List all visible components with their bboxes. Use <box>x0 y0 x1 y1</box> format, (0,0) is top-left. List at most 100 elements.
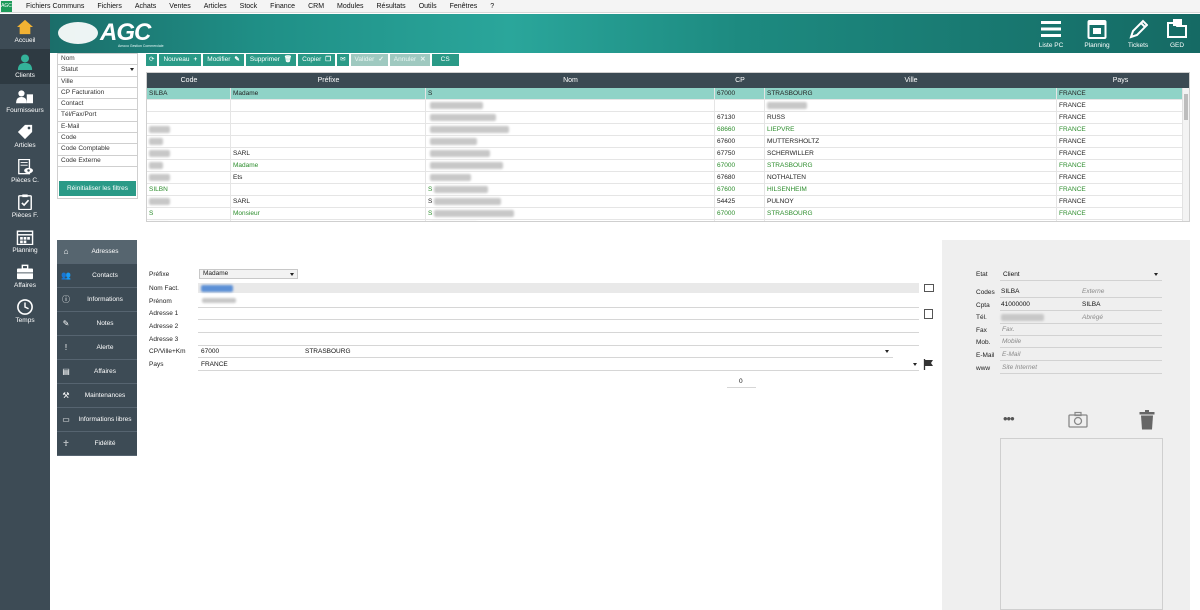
table-row[interactable]: S Monsieur S 67000 STRASBOURG FRANCE <box>147 208 1189 220</box>
menu-stock[interactable]: Stock <box>240 3 271 10</box>
filter-code-comptable[interactable]: Code Comptable <box>58 144 137 156</box>
table-row[interactable]: 68660 LIEPVRE FRANCE <box>147 124 1189 136</box>
filter-email[interactable]: E-Mail <box>58 121 137 134</box>
etat-value[interactable]: Client <box>1003 271 1020 278</box>
table-row[interactable]: Ets 67680 NOTHALTEN FRANCE <box>147 172 1189 184</box>
flag-icon[interactable] <box>923 359 934 370</box>
nom-input[interactable] <box>198 283 919 293</box>
col-pays[interactable]: Pays <box>1057 73 1184 88</box>
nav-articles[interactable]: Articles <box>0 119 50 154</box>
menu-achats[interactable]: Achats <box>135 3 169 10</box>
refresh-button[interactable]: ⟳ <box>146 54 158 66</box>
fax-field[interactable]: Fax. <box>1002 326 1015 333</box>
menu-help[interactable]: ? <box>490 3 507 10</box>
filter-tel-fax-port[interactable]: Tél/Fax/Port <box>58 110 137 122</box>
reset-filters-button[interactable]: Réinitialiser les filtres <box>59 181 136 196</box>
liste-pc-button[interactable]: Liste PC <box>1031 18 1071 49</box>
menu-fichiers[interactable]: Fichiers <box>97 3 135 10</box>
nav-planning[interactable]: Planning <box>0 224 50 259</box>
trash-icon[interactable] <box>1139 410 1155 430</box>
table-row[interactable]: 67130 RUSS FRANCE <box>147 112 1189 124</box>
email-button[interactable]: ✉ <box>337 54 349 66</box>
cpta-value[interactable]: 41000000 <box>1001 301 1030 308</box>
photo-placeholder[interactable] <box>1000 438 1163 610</box>
validate-button[interactable]: Valider ✓ <box>350 54 388 66</box>
col-ville[interactable]: Ville <box>765 73 1057 88</box>
nav-affaires[interactable]: Affaires <box>0 259 50 294</box>
tab-contacts[interactable]: 👥 Contacts <box>57 264 137 288</box>
col-prefixe[interactable]: Préfixe <box>231 73 426 88</box>
tab-adresses[interactable]: ⌂ Adresses <box>57 240 137 264</box>
table-row[interactable]: FRANCE <box>147 100 1189 112</box>
menu-outils[interactable]: Outils <box>419 3 450 10</box>
tab-maintenances[interactable]: ⚒ Maintenances <box>57 384 137 408</box>
filter-nom[interactable]: Nom <box>58 54 137 66</box>
table-row[interactable]: 67600MUTTERSHOLTZFRANCE <box>147 136 1189 148</box>
website-field[interactable]: Site Internet <box>1002 364 1037 371</box>
menu-modules[interactable]: Modules <box>337 3 376 10</box>
tab-informations[interactable]: ⓘ Informations <box>57 288 137 312</box>
planning-button[interactable]: Planning <box>1077 18 1117 49</box>
camera-icon[interactable] <box>1068 411 1088 428</box>
mobile-field[interactable]: Mobile <box>1002 338 1021 345</box>
new-button[interactable]: Nouveau + <box>159 54 202 66</box>
nav-pieces-f[interactable]: Pièces F. <box>0 189 50 224</box>
address-card-icon[interactable] <box>924 284 934 292</box>
filter-code[interactable]: Code <box>58 133 137 145</box>
grid-scrollbar[interactable] <box>1182 88 1189 221</box>
delete-button[interactable]: Supprimer 🗑 <box>245 54 297 66</box>
email-field[interactable]: E-Mail <box>1002 351 1020 358</box>
prefixe-select[interactable]: Madame <box>199 269 298 279</box>
tab-alerte[interactable]: ! Alerte <box>57 336 137 360</box>
table-row[interactable]: Madame 67000 STRASBOURG FRANCE <box>147 160 1189 172</box>
chevron-down-icon[interactable] <box>1154 273 1158 276</box>
chevron-down-icon[interactable] <box>885 350 889 353</box>
nav-accueil[interactable]: Accueil <box>0 14 50 49</box>
nav-temps[interactable]: Temps <box>0 294 50 329</box>
nav-fournisseurs[interactable]: Fournisseurs <box>0 84 50 119</box>
filter-ville[interactable]: Ville <box>58 76 137 88</box>
tab-fidélité[interactable]: ☥ Fidélité <box>57 432 137 456</box>
copy-button[interactable]: Copier ❐ <box>298 54 336 66</box>
edit-button[interactable]: Modifier ✎ <box>203 54 244 66</box>
externe-field[interactable]: Externe <box>1082 288 1104 295</box>
tab-affaires[interactable]: ▤ Affaires <box>57 360 137 384</box>
tab-notes[interactable]: ✎ Notes <box>57 312 137 336</box>
prenom-input[interactable] <box>198 307 919 308</box>
nav-pieces-c[interactable]: Pièces C. <box>0 154 50 189</box>
table-row[interactable]: SILBA Madame S 67000 STRASBOURG FRANCE <box>147 88 1189 100</box>
codes-value[interactable]: SILBA <box>1001 288 1019 295</box>
tab-informations-libres[interactable]: ▭ Informations libres <box>57 408 137 432</box>
adresse1-input[interactable] <box>198 319 919 320</box>
menu-ventes[interactable]: Ventes <box>169 3 203 10</box>
more-options-icon[interactable]: ••• <box>1003 411 1015 426</box>
chevron-down-icon[interactable] <box>913 363 917 366</box>
ville-value[interactable]: STRASBOURG <box>305 348 351 355</box>
filter-cp-facturation[interactable]: CP Facturation <box>58 87 137 100</box>
abrege-field[interactable]: Abrégé <box>1082 314 1103 321</box>
tel-value-redacted[interactable] <box>1001 314 1044 321</box>
col-nom[interactable]: Nom <box>426 73 715 88</box>
col-cp[interactable]: CP <box>715 73 765 88</box>
menu-fenetres[interactable]: Fenêtres <box>450 3 491 10</box>
filter-code-externe[interactable]: Code Externe <box>58 155 137 167</box>
menu-resultats[interactable]: Résultats <box>377 3 419 10</box>
cancel-button[interactable]: Annuler ✕ <box>389 54 430 66</box>
cp-value[interactable]: 67000 <box>201 348 219 355</box>
copy-address-icon[interactable] <box>924 309 933 319</box>
menu-crm[interactable]: CRM <box>308 3 337 10</box>
filter-contact[interactable]: Contact <box>58 99 137 111</box>
table-row[interactable]: 67600MUTTERSHOLTZFRANCE <box>147 220 1189 221</box>
filter-statut[interactable]: Statut <box>58 65 137 77</box>
menu-fichiers-communs[interactable]: Fichiers Communs <box>16 3 97 10</box>
menu-finance[interactable]: Finance <box>270 3 308 10</box>
table-row[interactable]: SARL 67750 SCHERWILLER FRANCE <box>147 148 1189 160</box>
table-row[interactable]: SILBN S 67600 HILSENHEIM FRANCE <box>147 184 1189 196</box>
km-value[interactable]: 0 <box>739 378 743 385</box>
adresse3-input[interactable] <box>198 345 919 346</box>
ged-button[interactable]: GED <box>1157 18 1197 49</box>
cpta-abrege-value[interactable]: SILBA <box>1082 301 1100 308</box>
cs-button[interactable]: CS <box>431 54 459 66</box>
col-code[interactable]: Code <box>147 73 231 88</box>
tickets-button[interactable]: Tickets <box>1118 18 1158 49</box>
